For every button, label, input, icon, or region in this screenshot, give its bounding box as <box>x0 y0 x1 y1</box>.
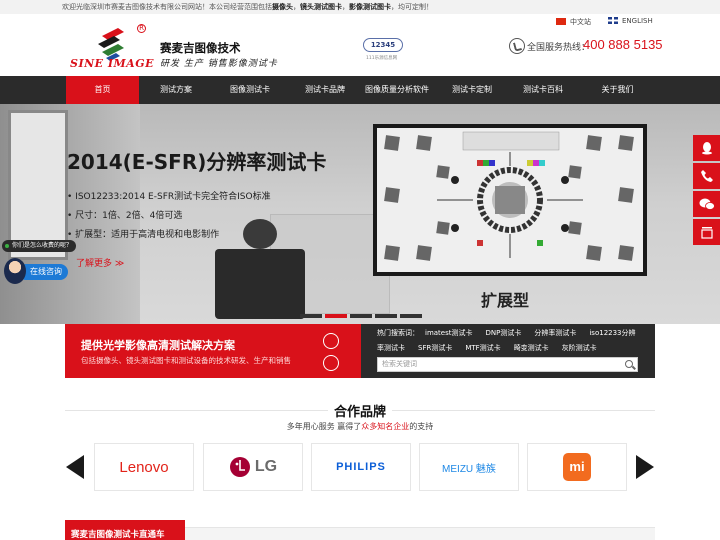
badge-caption: 111乐源信息网 <box>366 56 398 61</box>
hero-banner[interactable]: 2014(E-SFR)分辨率测试卡 ISO12233:2014 E-SFR测试卡… <box>0 104 720 324</box>
slider-dot[interactable] <box>300 314 322 318</box>
brand-lenovo[interactable]: Lenovo <box>94 443 194 491</box>
hot-keyword-link[interactable]: MTF测试卡 <box>465 344 500 352</box>
banner-window-photo <box>8 110 68 260</box>
agent-avatar[interactable] <box>4 258 26 284</box>
lg-face-icon <box>229 457 250 477</box>
slider-dot[interactable] <box>400 314 422 318</box>
company-name: 赛麦吉图像技术 <box>160 41 241 55</box>
header: R SINE IMAGE 赛麦吉图像技术 研发 生产 销售影像测试卡 12345… <box>0 14 720 76</box>
phone-icon[interactable] <box>693 163 720 189</box>
nav-wiki[interactable]: 测试卡百科 <box>508 76 578 104</box>
hot-keyword-link[interactable]: 畸变测试卡 <box>514 344 549 352</box>
brand-xiaomi-logo: mi <box>528 444 626 490</box>
bottom-section-bar <box>185 527 655 540</box>
slider-pagination <box>300 308 425 321</box>
prev-arrow-icon[interactable] <box>66 455 84 479</box>
chart-type-label: 扩展型 <box>481 291 530 310</box>
sfr-chart-graphic <box>377 128 643 272</box>
welcome-text: 欢迎光临深圳市赛麦吉图像技术有限公司网站！本公司经营范围包括摄像头，镜头测试图卡… <box>62 3 433 11</box>
hot-keyword-link[interactable]: SFR测试卡 <box>418 344 452 352</box>
back-to-top-icon[interactable] <box>693 219 720 245</box>
slider-dot[interactable] <box>375 314 397 318</box>
nav-test-cards[interactable]: 图像测试卡 <box>213 76 287 104</box>
nav-card-brands[interactable]: 测试卡品牌 <box>289 76 361 104</box>
weibo-icon[interactable] <box>323 333 339 349</box>
china-flag-icon <box>556 18 566 25</box>
lang-cn-link[interactable]: 中文站 <box>556 17 591 27</box>
partners-subtitle: 多年用心服务 赢得了众多知名企业的支持 <box>286 422 434 431</box>
hot-keyword-link[interactable]: 率测试卡 <box>377 344 405 352</box>
hot-search-row: 热门搜索词： imatest测试卡 DNP测试卡 分辨率测试卡 iso12233分辨 <box>377 328 649 338</box>
brand-lg[interactable]: LG <box>203 443 303 491</box>
brand-xiaomi[interactable]: mi <box>527 443 627 491</box>
bullet-item: ISO12233:2014 E-SFR测试卡完全符合ISO标准 <box>67 188 270 207</box>
solutions-title: 提供光学影像高清测试解决方案 <box>81 339 235 352</box>
search-icon[interactable] <box>625 360 633 368</box>
brand-philips[interactable]: PHILIPS <box>311 443 411 491</box>
brand-meizu-logo: MEIZU 魅族 <box>442 463 496 475</box>
uk-flag-icon <box>608 17 618 24</box>
brand-lenovo-logo: Lenovo <box>119 458 169 476</box>
next-arrow-icon[interactable] <box>636 455 654 479</box>
slider-dot[interactable] <box>350 314 372 318</box>
camera-rig-photo <box>215 219 305 319</box>
solutions-box: 提供光学影像高清测试解决方案 包括摄像头、镜头测试图卡和测试设备的技术研发、生产… <box>65 324 361 378</box>
qq-icon[interactable] <box>693 135 720 161</box>
nav-home[interactable]: 首页 <box>66 76 139 104</box>
hotline-number: 400 888 5135 <box>583 37 663 52</box>
hot-search-row: 率测试卡 SFR测试卡 MTF测试卡 畸变测试卡 灰阶测试卡 <box>377 343 610 353</box>
banner-bullets: ISO12233:2014 E-SFR测试卡完全符合ISO标准 尺寸：1倍、2倍… <box>67 188 271 245</box>
sfr-test-chart-image <box>373 124 647 276</box>
hotline-label: 全国服务热线： <box>527 43 591 53</box>
nav-solutions[interactable]: 测试方案 <box>141 76 211 104</box>
wechat-icon[interactable] <box>693 191 720 217</box>
nav-about[interactable]: 关于我们 <box>580 76 655 104</box>
hot-keyword-link[interactable]: iso12233分辨 <box>589 329 635 337</box>
brand-meizu[interactable]: MEIZU 魅族 <box>419 443 519 491</box>
xiaomi-mi-icon: mi <box>563 453 591 481</box>
solutions-desc: 包括摄像头、镜头测试图卡和测试设备的技术研发、生产和销售 <box>81 356 291 365</box>
learn-more-link[interactable]: 了解更多 ≫ <box>76 256 124 269</box>
bottom-section-title: 赛麦吉图像测试卡直通车 <box>65 520 185 540</box>
slogan: 研发 生产 销售影像测试卡 <box>160 59 278 69</box>
hot-keyword-link[interactable]: DNP测试卡 <box>486 329 522 337</box>
banner-title: 2014(E-SFR)分辨率测试卡 <box>67 150 327 174</box>
bullet-item: 扩展型：适用于高清电视和电影制作 <box>67 226 271 245</box>
hot-search-label: 热门搜索词： <box>377 329 419 337</box>
partners-title: 合作品牌 <box>0 401 720 420</box>
brand-lg-logo: LG <box>204 444 302 490</box>
keyword-search-input[interactable]: 检索关键词 <box>377 357 638 372</box>
chat-prompt-bubble[interactable]: 你们是怎么收费的呢？ <box>2 240 76 252</box>
phone-icon <box>509 38 525 54</box>
share-icon[interactable] <box>323 355 339 371</box>
lang-en-link[interactable]: ENGLISH <box>608 17 653 25</box>
badge-12345[interactable]: 12345 <box>363 38 403 52</box>
hot-keyword-link[interactable]: 分辨率测试卡 <box>534 329 576 337</box>
brand-philips-logo: PHILIPS <box>336 461 386 473</box>
nav-custom[interactable]: 测试卡定制 <box>437 76 507 104</box>
logo-text: SINE IMAGE <box>70 57 154 70</box>
hot-keyword-link[interactable]: imatest测试卡 <box>425 329 473 337</box>
registered-mark: R <box>137 24 146 33</box>
right-float-bar <box>693 135 720 247</box>
bullet-item: 尺寸：1倍、2倍、4倍可选 <box>67 207 271 226</box>
hot-keyword-link[interactable]: 灰阶测试卡 <box>562 344 597 352</box>
main-nav: 首页 测试方案 图像测试卡 测试卡品牌 图像质量分析软件 测试卡定制 测试卡百科… <box>0 76 720 104</box>
slider-dot-active[interactable] <box>325 314 347 318</box>
nav-analysis-software[interactable]: 图像质量分析软件 <box>361 76 433 104</box>
top-bar: 欢迎光临深圳市赛麦吉图像技术有限公司网站！本公司经营范围包括摄像头，镜头测试图卡… <box>0 0 720 14</box>
